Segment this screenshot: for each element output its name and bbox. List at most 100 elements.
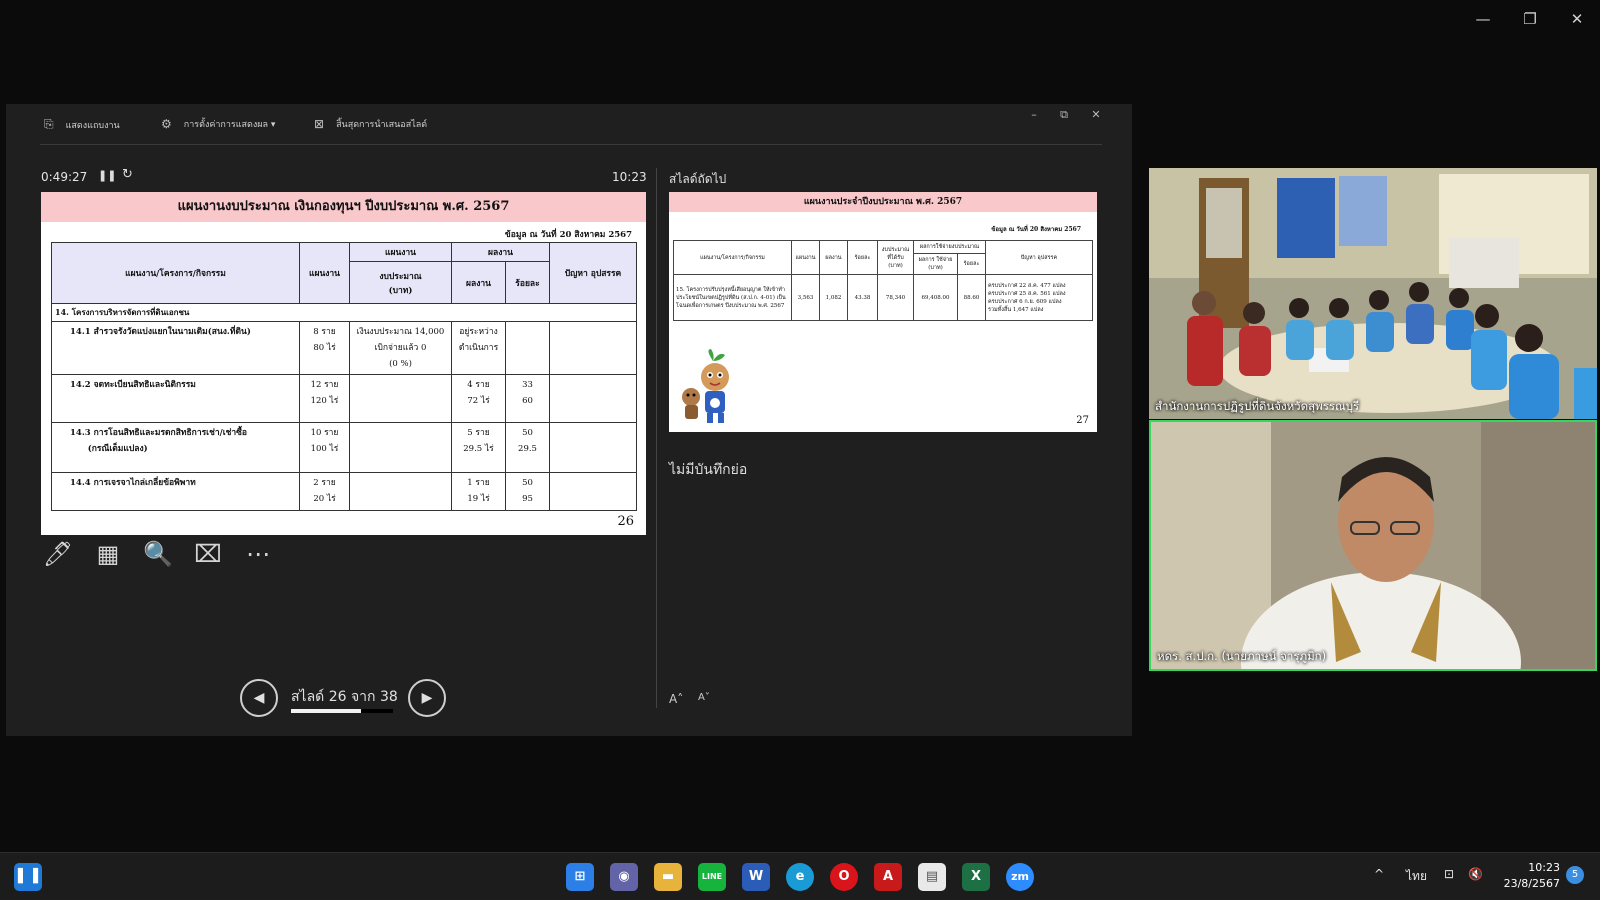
row-percent: 33 60 bbox=[505, 374, 550, 423]
ns-col-result: ผลงาน bbox=[819, 240, 848, 275]
ns-col-percent: ร้อยละ bbox=[847, 240, 878, 275]
reset-timer-icon[interactable]: ↻ bbox=[122, 167, 133, 182]
monitor-settings-icon: ⚙ bbox=[161, 117, 172, 131]
display-settings-button[interactable]: ⚙ การตั้งค่าการแสดงผล ▾ bbox=[161, 117, 275, 131]
col-result: ผลงาน bbox=[451, 261, 506, 304]
taskbar: ▌▐ ⊞ ◉ ▬ LINE W e O A ▤ X zm ^ ไทย ⊡ 🔇 1… bbox=[0, 852, 1600, 900]
row-plan: 10 ราย 100 ไร่ bbox=[299, 422, 350, 473]
language-indicator[interactable]: ไทย bbox=[1406, 867, 1427, 886]
row-plan: 2 ราย 20 ไร่ bbox=[299, 472, 350, 511]
widgets-icon[interactable]: ▌▐ bbox=[14, 863, 42, 891]
ns-row-name: 15. โครงการปรับปรุงหนี้เสียอนุญาต ให้เข้… bbox=[673, 274, 792, 321]
volume-muted-icon[interactable]: 🔇 bbox=[1468, 867, 1483, 881]
desktop: — ❐ ✕ ⎘ แสดงแถบงาน ⚙ การตั้งค่าการแสดงผล… bbox=[0, 0, 1600, 900]
table-row: 14.3 การโอนสิทธิและมรดกสิทธิการเช่า/เช่า… bbox=[51, 422, 637, 473]
zoom-icon[interactable]: 🔍 bbox=[141, 540, 175, 568]
row-problems bbox=[549, 374, 637, 423]
ns-row-problems: ครบประกาศ 22 ส.ค. 477 แปลง ครบประกาศ 25 … bbox=[985, 274, 1093, 321]
presenter-minimize-icon[interactable]: – bbox=[1024, 108, 1044, 121]
row-plan: 8 ราย 80 ไร่ bbox=[299, 321, 350, 375]
ns-row-result: 1,082 bbox=[819, 274, 848, 321]
meeting-room-video bbox=[1149, 168, 1597, 419]
end-show-button[interactable]: ⊠ สิ้นสุดการนำเสนอสไลด์ bbox=[314, 117, 427, 131]
next-slide-button[interactable]: ▶ bbox=[408, 679, 446, 717]
slide-counter: สไลด์ 26 จาก 38 bbox=[291, 689, 398, 705]
notification-badge[interactable]: 5 bbox=[1566, 866, 1584, 884]
next-slide-date: ข้อมูล ณ วันที่ 20 สิงหาคม 2567 bbox=[991, 226, 1081, 233]
word-icon[interactable]: W bbox=[742, 863, 770, 891]
line-icon[interactable]: LINE bbox=[698, 863, 726, 891]
next-slide-preview[interactable]: แผนงานประจำปีงบประมาณ พ.ศ. 2567 ข้อมูล ณ… bbox=[669, 192, 1097, 432]
next-slide-label: สไลด์ถัดไป bbox=[669, 172, 727, 186]
table-row: 14.2 จดทะเบียนสิทธิและนิติกรรม 12 ราย 12… bbox=[51, 374, 637, 423]
speaker-video bbox=[1151, 422, 1595, 669]
slide-page-number: 26 bbox=[617, 514, 634, 529]
row-budget: เงินงบประมาณ 14,000 เบิกจ่ายแล้ว 0 (0 %) bbox=[349, 321, 452, 375]
zoom-app-icon[interactable]: zm bbox=[1006, 863, 1034, 891]
section-row: 14. โครงการบริหารจัดการที่ดินเอกชน bbox=[51, 303, 637, 322]
network-icon[interactable]: ⊡ bbox=[1444, 867, 1454, 881]
ns-row-spent-pct: 88.60 bbox=[957, 274, 986, 321]
presenter-close-icon[interactable]: ✕ bbox=[1086, 108, 1106, 121]
more-options-icon[interactable]: ⋯ bbox=[241, 540, 275, 568]
black-screen-icon[interactable]: ⌧ bbox=[191, 540, 225, 568]
system-clock[interactable]: 10:23 23/8/2567 bbox=[1500, 860, 1560, 892]
acrobat-icon[interactable]: A bbox=[874, 863, 902, 891]
show-taskbar-label: แสดงแถบงาน bbox=[65, 120, 120, 131]
file-explorer-icon[interactable]: ▬ bbox=[654, 863, 682, 891]
row-name: 14.1 สำรวจรังวัดแบ่งแยกในนามเดิม(สนง.ที่… bbox=[51, 321, 300, 375]
video-tile-meeting-room[interactable]: สำนักงานการปฏิรูปที่ดินจังหวัดสุพรรณบุรี bbox=[1149, 168, 1597, 419]
previous-slide-button[interactable]: ◀ bbox=[240, 679, 278, 717]
slide-title: แผนงานงบประมาณ เงินกองทุนฯ ปีงบประมาณ พ.… bbox=[41, 192, 646, 222]
row-result: 1 ราย 19 ไร่ bbox=[451, 472, 506, 511]
all-slides-icon[interactable]: ▦ bbox=[91, 540, 125, 568]
end-show-label: สิ้นสุดการนำเสนอสไลด์ bbox=[336, 120, 428, 130]
row-budget bbox=[349, 472, 452, 511]
table-row: 15. โครงการปรับปรุงหนี้เสียอนุญาต ให้เข้… bbox=[673, 274, 1093, 321]
opera-icon[interactable]: O bbox=[830, 863, 858, 891]
notepad-icon[interactable]: ▤ bbox=[918, 863, 946, 891]
presenter-restore-icon[interactable]: ⧉ bbox=[1054, 108, 1074, 122]
col-problems: ปัญหา อุปสรรค bbox=[549, 242, 637, 304]
video-tile-speaker[interactable]: หดร. ส.ป.ก. (นายภาษน์ จารุภูมิก) bbox=[1149, 420, 1597, 671]
col-budget: งบประมาณ (บาท) bbox=[349, 261, 452, 304]
row-problems bbox=[549, 422, 637, 473]
row-name: 14.4 การเจรจาไกล่เกลี่ยข้อพิพาท bbox=[51, 472, 300, 511]
decrease-font-button[interactable]: A˅ bbox=[698, 692, 710, 703]
end-show-icon: ⊠ bbox=[314, 117, 325, 131]
ns-col-plan: แผนงาน bbox=[791, 240, 820, 275]
system-time: 10:23 bbox=[1528, 861, 1560, 874]
pen-icon[interactable]: 🖊 bbox=[41, 540, 75, 568]
col-result-group: ผลงาน bbox=[451, 242, 550, 262]
ns-row-plan: 3,563 bbox=[791, 274, 820, 321]
participant-name: หดร. ส.ป.ก. (นายภาษน์ จารุภูมิก) bbox=[1157, 649, 1327, 663]
row-name: 14.3 การโอนสิทธิและมรดกสิทธิการเช่า/เช่า… bbox=[51, 422, 300, 473]
excel-icon[interactable]: X bbox=[962, 863, 990, 891]
row-percent bbox=[505, 321, 550, 375]
show-taskbar-button[interactable]: ⎘ แสดงแถบงาน bbox=[44, 117, 120, 132]
slide-progress-bar bbox=[291, 709, 393, 713]
ns-col-budget: งบประมาณ ที่ได้รับ (บาท) bbox=[877, 240, 914, 275]
next-slide-title: แผนงานประจำปีงบประมาณ พ.ศ. 2567 bbox=[669, 192, 1097, 212]
ns-col-spent: ผลการ ใช้จ่าย (บาท) bbox=[913, 253, 958, 275]
increase-font-button[interactable]: A˄ bbox=[669, 692, 683, 706]
close-icon[interactable]: ✕ bbox=[1562, 10, 1592, 28]
col-plan: แผนงาน bbox=[299, 242, 350, 304]
row-name: 14.2 จดทะเบียนสิทธิและนิติกรรม bbox=[51, 374, 300, 423]
tray-chevron-icon[interactable]: ^ bbox=[1374, 867, 1384, 881]
speaker-notes[interactable]: ไม่มีบันทึกย่อ bbox=[669, 459, 747, 481]
table-row: 14.4 การเจรจาไกล่เกลี่ยข้อพิพาท 2 ราย 20… bbox=[51, 472, 637, 511]
pane-divider bbox=[656, 168, 657, 708]
restore-icon[interactable]: ❐ bbox=[1515, 10, 1545, 28]
system-date: 23/8/2567 bbox=[1503, 877, 1560, 890]
pause-icon[interactable]: ❚❚ bbox=[98, 169, 116, 182]
ns-row-budget: 78,340 bbox=[877, 274, 914, 321]
minimize-icon[interactable]: — bbox=[1468, 10, 1498, 28]
current-slide[interactable]: แผนงานงบประมาณ เงินกองทุนฯ ปีงบประมาณ พ.… bbox=[41, 192, 646, 535]
budget-table: แผนงาน/โครงการ/กิจกรรม แผนงาน แผนงาน ผลง… bbox=[51, 242, 637, 511]
toolbar-divider bbox=[40, 144, 1102, 145]
row-plan: 12 ราย 120 ไร่ bbox=[299, 374, 350, 423]
teams-chat-icon[interactable]: ◉ bbox=[610, 863, 638, 891]
edge-icon[interactable]: e bbox=[786, 863, 814, 891]
start-icon[interactable]: ⊞ bbox=[566, 863, 594, 891]
